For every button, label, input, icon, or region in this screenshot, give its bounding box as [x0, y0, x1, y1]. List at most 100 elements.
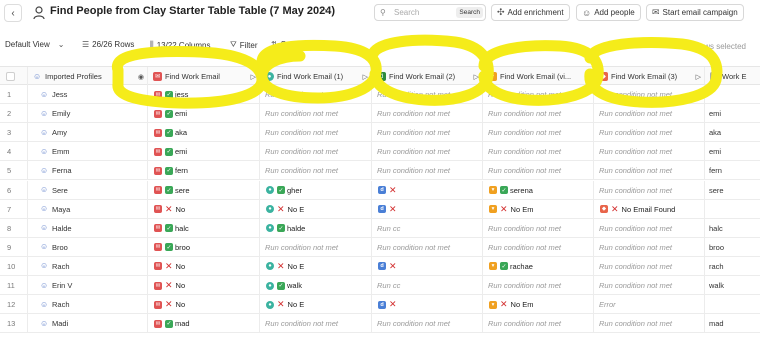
col-header-find-work-email-3[interactable]: ◆ Find Work Email (3) ▷ [594, 67, 705, 86]
table-cell[interactable]: Run condition not met [594, 180, 705, 200]
table-cell[interactable]: Run condition not met [483, 104, 594, 124]
col-header-find-work-email-vi[interactable]: ▾ Find Work Email (vi... ▷ [483, 67, 594, 86]
table-cell[interactable]: ● ✓ halde [260, 218, 372, 238]
table-cell[interactable]: ✉ ✕ No [148, 199, 260, 219]
table-cell[interactable]: d ✕ [372, 256, 483, 276]
rows-button[interactable]: ☰ 26/26 Rows [82, 40, 134, 49]
table-cell[interactable]: Error [594, 295, 705, 315]
table-cell[interactable]: Run condition not met [372, 104, 483, 124]
table-cell[interactable]: Run condition not met [372, 142, 483, 162]
table-row[interactable]: 9 ☺ Broo ✉ ✓ broo Run condition not met Run con… [0, 237, 760, 257]
table-cell[interactable] [705, 295, 760, 314]
table-cell[interactable]: Run condition not met [594, 123, 705, 143]
table-cell[interactable]: walk [705, 276, 760, 295]
table-cell[interactable] [705, 200, 760, 219]
table-cell[interactable]: Run condition not met [260, 104, 372, 124]
add-enrichment-button[interactable]: ✣ Add enrichment [491, 4, 570, 21]
table-cell[interactable]: ✉ ✓ jess [148, 85, 260, 104]
table-cell[interactable]: Run condition not met [260, 85, 372, 104]
table-cell[interactable]: Run condition not met [483, 123, 594, 143]
table-cell[interactable]: ▾ ✕ No Em [483, 295, 594, 315]
table-row[interactable]: 1 ☺ Jess ✉ ✓ jess Run condition not met Run con… [0, 85, 760, 104]
table-row[interactable]: 12 ☺ Rach ✉ ✕ No ● ✕ No Ed ✕ ▾ ✕ No Em Error [0, 295, 760, 315]
table-cell[interactable]: Run condition not met [372, 123, 483, 143]
table-cell[interactable]: Run condition not met [260, 161, 372, 181]
table-cell[interactable]: ✉ ✕ No [148, 276, 260, 295]
search-button[interactable]: Search [456, 7, 483, 18]
table-cell[interactable]: Run condition not met [483, 237, 594, 257]
table-cell[interactable]: ▾ ✓ serena [483, 180, 594, 200]
table-cell[interactable]: sere [705, 181, 760, 200]
table-cell[interactable]: Run condition not met [372, 314, 483, 334]
col-header-find-work-email-1[interactable]: ● Find Work Email (1) ▷ [260, 67, 372, 86]
start-email-campaign-button[interactable]: ✉ Start email campaign [646, 4, 744, 21]
title-more-button[interactable]: ··· [320, 4, 331, 16]
table-cell[interactable]: Run condition not met [260, 237, 372, 257]
table-row[interactable]: 13 ☺ Madi ✉ ✓ mad Run condition not met Run con… [0, 314, 760, 334]
table-cell[interactable]: Run condition not met [594, 276, 705, 295]
table-cell[interactable]: Run condition not met [594, 237, 705, 257]
columns-button[interactable]: ⫼ 13/22 Columns [150, 40, 211, 50]
table-cell[interactable]: Run condition not met [594, 218, 705, 238]
table-cell[interactable]: Run condition not met [483, 85, 594, 104]
table-cell[interactable]: ✉ ✓ emi [148, 104, 260, 124]
table-cell[interactable]: Run condition not met [260, 314, 372, 334]
table-cell[interactable]: ✉ ✓ aka [148, 123, 260, 143]
col-header-work-email[interactable]: ◌ Work E [705, 67, 760, 86]
profile-cell[interactable]: ☺ Sere [28, 180, 148, 200]
table-row[interactable]: 7 ☺ Maya ✉ ✕ No ● ✕ No Ed ✕ ▾ ✕ No Em ◆ ✕ No Email Foun… [0, 199, 760, 219]
profile-cell[interactable]: ☺ Erin V [28, 276, 148, 295]
table-cell[interactable]: Run condition not met [372, 161, 483, 181]
table-cell[interactable]: Run cc [372, 218, 483, 238]
table-cell[interactable]: ● ✕ No E [260, 199, 372, 219]
sort-button[interactable]: ⇅ Sort [271, 40, 295, 49]
table-cell[interactable]: ✉ ✓ broo [148, 237, 260, 257]
table-cell[interactable]: d ✕ [372, 180, 483, 200]
play-icon[interactable]: ▷ [363, 73, 368, 81]
eye-icon[interactable]: ◉ [138, 73, 144, 81]
table-cell[interactable]: Run condition not met [594, 256, 705, 276]
play-icon[interactable]: ▷ [585, 73, 590, 81]
table-cell[interactable]: ▾ ✕ No Em [483, 199, 594, 219]
table-cell[interactable]: Run condition not met [372, 85, 483, 104]
table-cell[interactable]: emi [705, 104, 760, 123]
profile-cell[interactable]: ☺ Jess [28, 85, 148, 104]
select-all-checkbox[interactable] [6, 72, 15, 81]
table-row[interactable]: 5 ☺ Ferna ✉ ✓ fern Run condition not met Run co… [0, 161, 760, 181]
table-cell[interactable]: emi [705, 142, 760, 161]
table-cell[interactable]: Run cc [372, 276, 483, 295]
col-header-find-work-email[interactable]: ✉ Find Work Email ▷ [148, 67, 260, 86]
table-cell[interactable]: Run condition not met [594, 85, 705, 104]
table-row[interactable]: 8 ☺ Halde ✉ ✓ halc ● ✓ halde Run cc Run condition … [0, 218, 760, 238]
table-cell[interactable]: Run condition not met [594, 161, 705, 181]
table-cell[interactable]: Run condition not met [594, 314, 705, 334]
table-cell[interactable]: d ✕ [372, 295, 483, 315]
table-cell[interactable]: Run condition not met [372, 237, 483, 257]
table-cell[interactable]: ● ✕ No E [260, 256, 372, 276]
search-input[interactable]: ⚲ Search Search [374, 4, 486, 21]
add-people-button[interactable]: ☺ Add people [576, 4, 641, 21]
table-cell[interactable]: Run condition not met [483, 314, 594, 334]
table-cell[interactable]: Run condition not met [483, 276, 594, 295]
table-row[interactable]: 10 ☺ Rach ✉ ✕ No ● ✕ No Ed ✕ ▾ ✓ rachae Run condition… [0, 256, 760, 276]
profile-cell[interactable]: ☺ Rach [28, 295, 148, 315]
table-cell[interactable]: Run condition not met [260, 123, 372, 143]
play-icon[interactable]: ▷ [696, 73, 701, 81]
table-cell[interactable]: ✉ ✕ No [148, 256, 260, 276]
table-row[interactable]: 2 ☺ Emily ✉ ✓ emi Run condition not met Run con… [0, 104, 760, 124]
profile-cell[interactable]: ☺ Maya [28, 199, 148, 219]
table-cell[interactable]: ✉ ✓ sere [148, 180, 260, 200]
profile-cell[interactable]: ☺ Amy [28, 123, 148, 143]
table-cell[interactable]: broo [705, 238, 760, 257]
table-cell[interactable]: ✉ ✓ emi [148, 142, 260, 162]
table-cell[interactable]: ✉ ✓ mad [148, 314, 260, 334]
table-cell[interactable]: fern [705, 161, 760, 180]
profile-cell[interactable]: ☺ Rach [28, 256, 148, 276]
table-cell[interactable]: halc [705, 219, 760, 238]
table-cell[interactable]: mad [705, 314, 760, 333]
table-cell[interactable]: ✉ ✕ No [148, 295, 260, 315]
view-selector[interactable]: Default View ⌄ [5, 40, 64, 49]
play-icon[interactable]: ▷ [251, 73, 256, 81]
profile-cell[interactable]: ☺ Madi [28, 314, 148, 334]
table-cell[interactable]: aka [705, 123, 760, 142]
